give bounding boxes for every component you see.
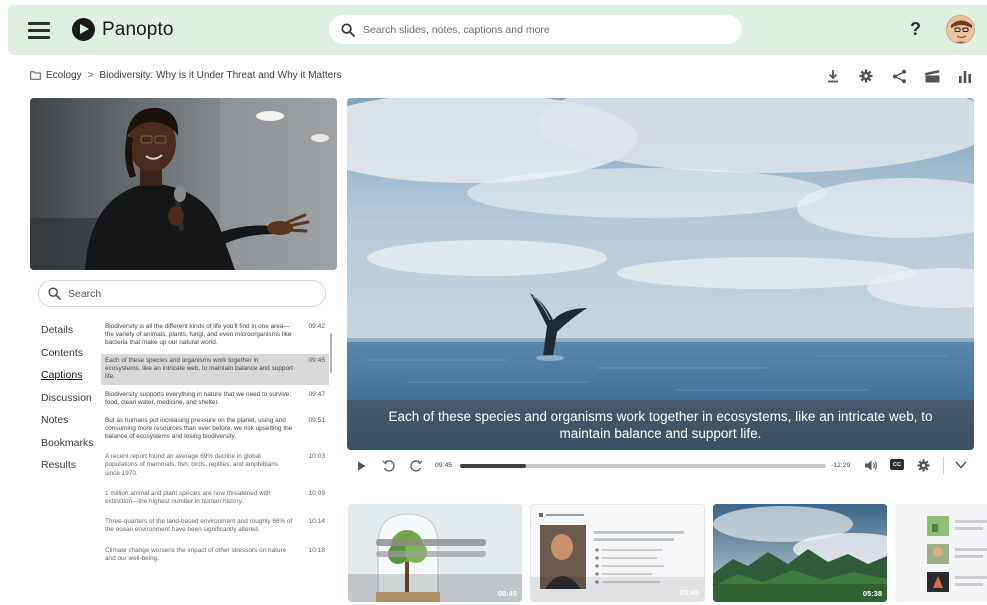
caption-row[interactable]: A recent report found an average 69% dec…: [101, 450, 329, 482]
forest-image: [713, 504, 887, 602]
breadcrumb-current: Biodiversity: Why is it Under Threat and…: [99, 70, 342, 81]
expand-chevron-button[interactable]: [955, 461, 967, 469]
search-icon: [48, 287, 61, 300]
presenter-video[interactable]: [30, 98, 337, 270]
chevron-down-icon: [955, 461, 967, 469]
sidebar-item-results[interactable]: Results: [41, 459, 101, 482]
volume-icon: [865, 460, 877, 471]
caption-row[interactable]: But as humans put increasing pressure on…: [101, 414, 329, 446]
thumbnail-forest[interactable]: 05:38: [713, 504, 887, 602]
progress-fill: [460, 464, 526, 468]
folder-icon: [30, 71, 41, 80]
stats-icon[interactable]: [956, 68, 974, 84]
sidebar-item-captions[interactable]: Captions: [41, 369, 101, 392]
help-button[interactable]: ?: [910, 19, 921, 40]
caption-row[interactable]: Climate change worsens the impact of oth…: [101, 544, 329, 567]
avatar[interactable]: [946, 15, 975, 44]
terrarium-image: [348, 504, 522, 602]
search-icon: [341, 22, 355, 37]
caption-time: 10:03: [308, 453, 325, 461]
caption-time: 09:42: [308, 323, 325, 330]
presenter-image: [30, 98, 337, 270]
slide-list-image: [895, 504, 987, 602]
avatar-image: [947, 16, 974, 43]
clapperboard-icon[interactable]: [923, 68, 941, 84]
player-settings-button[interactable]: [917, 459, 930, 472]
caption-time: 10:18: [308, 546, 325, 554]
caption-row-active[interactable]: Each of these species and organisms work…: [101, 353, 329, 386]
breadcrumb: Ecology > Biodiversity: Why is it Under …: [30, 70, 342, 81]
caption-time: 10:14: [308, 518, 325, 526]
caption-row[interactable]: Biodiversity is all the different kinds …: [101, 320, 329, 352]
global-search-input[interactable]: [363, 23, 723, 36]
caption-time: 09:47: [308, 391, 325, 399]
volume-button[interactable]: [864, 459, 878, 472]
sidebar-item-notes[interactable]: Notes: [41, 414, 101, 437]
play-icon: [358, 461, 366, 471]
rewind-icon: [382, 460, 395, 472]
caption-time: 09:51: [308, 416, 325, 424]
caption-text: 1 million animal and plant species are n…: [105, 489, 271, 506]
current-caption: Each of these species and organisms work…: [388, 409, 933, 441]
sidebar-item-details[interactable]: Details: [41, 324, 101, 347]
cc-label: CC: [893, 461, 901, 468]
sidebar-item-contents[interactable]: Contents: [41, 347, 101, 370]
share-icon[interactable]: [890, 68, 908, 84]
sidebar-search[interactable]: [38, 280, 326, 307]
download-icon[interactable]: [824, 68, 842, 84]
remaining-time: -12:29: [831, 462, 851, 469]
app-name: Panopto: [102, 18, 174, 40]
logo-icon: [72, 18, 95, 41]
menu-icon[interactable]: [28, 22, 50, 39]
thumbnail-slide-list[interactable]: [895, 504, 987, 602]
thumbnail-duration: 00:45: [497, 589, 517, 598]
thumbnail-terrarium[interactable]: 00:45: [348, 504, 522, 602]
global-search[interactable]: [329, 15, 742, 44]
sidebar-item-bookmarks[interactable]: Bookmarks: [41, 437, 101, 460]
caption-text: Biodiversity is all the different kinds …: [105, 323, 292, 347]
caption-text: Each of these species and organisms work…: [105, 356, 293, 381]
top-bar: Panopto ?: [8, 5, 987, 55]
gear-icon: [917, 459, 930, 472]
rewind-button[interactable]: [382, 459, 396, 473]
captions-list: Biodiversity is all the different kinds …: [101, 320, 329, 602]
caption-text: Three-quarters of the land-based environ…: [105, 518, 293, 534]
caption-time: 09:45: [308, 356, 325, 364]
caption-row[interactable]: Three-quarters of the land-based environ…: [101, 515, 329, 538]
breadcrumb-folder-link[interactable]: Ecology: [46, 70, 82, 81]
caption-time: 10:09: [308, 489, 325, 497]
whale-tail-scene: [347, 98, 974, 450]
player-controls: 09:45 -12:29 CC: [347, 452, 974, 480]
thumbnail-duration: 03:45: [679, 588, 699, 597]
elapsed-time: 09:45: [435, 462, 453, 469]
captions-toggle-button[interactable]: CC: [890, 459, 904, 470]
forward-icon: [410, 460, 423, 472]
gear-icon[interactable]: [857, 68, 875, 84]
caption-row[interactable]: 1 million animal and plant species are n…: [101, 487, 329, 510]
play-button[interactable]: [357, 461, 366, 471]
main-video[interactable]: Each of these species and organisms work…: [347, 98, 974, 450]
thumbnail-slide-speaker[interactable]: 03:45: [530, 504, 705, 602]
sidebar-nav: Details Contents Captions Discussion Not…: [41, 324, 101, 482]
session-toolbar: [824, 68, 974, 84]
caption-overlay: Each of these species and organisms work…: [347, 400, 974, 450]
forward-button[interactable]: [409, 459, 423, 473]
progress-bar[interactable]: [460, 464, 826, 468]
caption-text: A recent report found an average 69% dec…: [105, 453, 278, 477]
breadcrumb-separator: >: [87, 70, 94, 81]
sidebar-search-input[interactable]: [68, 287, 308, 300]
sidebar-item-discussion[interactable]: Discussion: [41, 392, 101, 415]
captions-scrollbar[interactable]: [330, 333, 332, 373]
controls-divider: [943, 457, 944, 474]
caption-text: Climate change worsens the impact of oth…: [105, 546, 287, 562]
caption-row[interactable]: Biodiversity supports everything in natu…: [101, 388, 329, 411]
panopto-logo[interactable]: Panopto: [72, 18, 174, 41]
thumbnail-duration: 05:38: [862, 589, 882, 598]
caption-text: Biodiversity supports everything in natu…: [105, 391, 292, 407]
caption-text: But as humans put increasing pressure on…: [105, 416, 293, 441]
